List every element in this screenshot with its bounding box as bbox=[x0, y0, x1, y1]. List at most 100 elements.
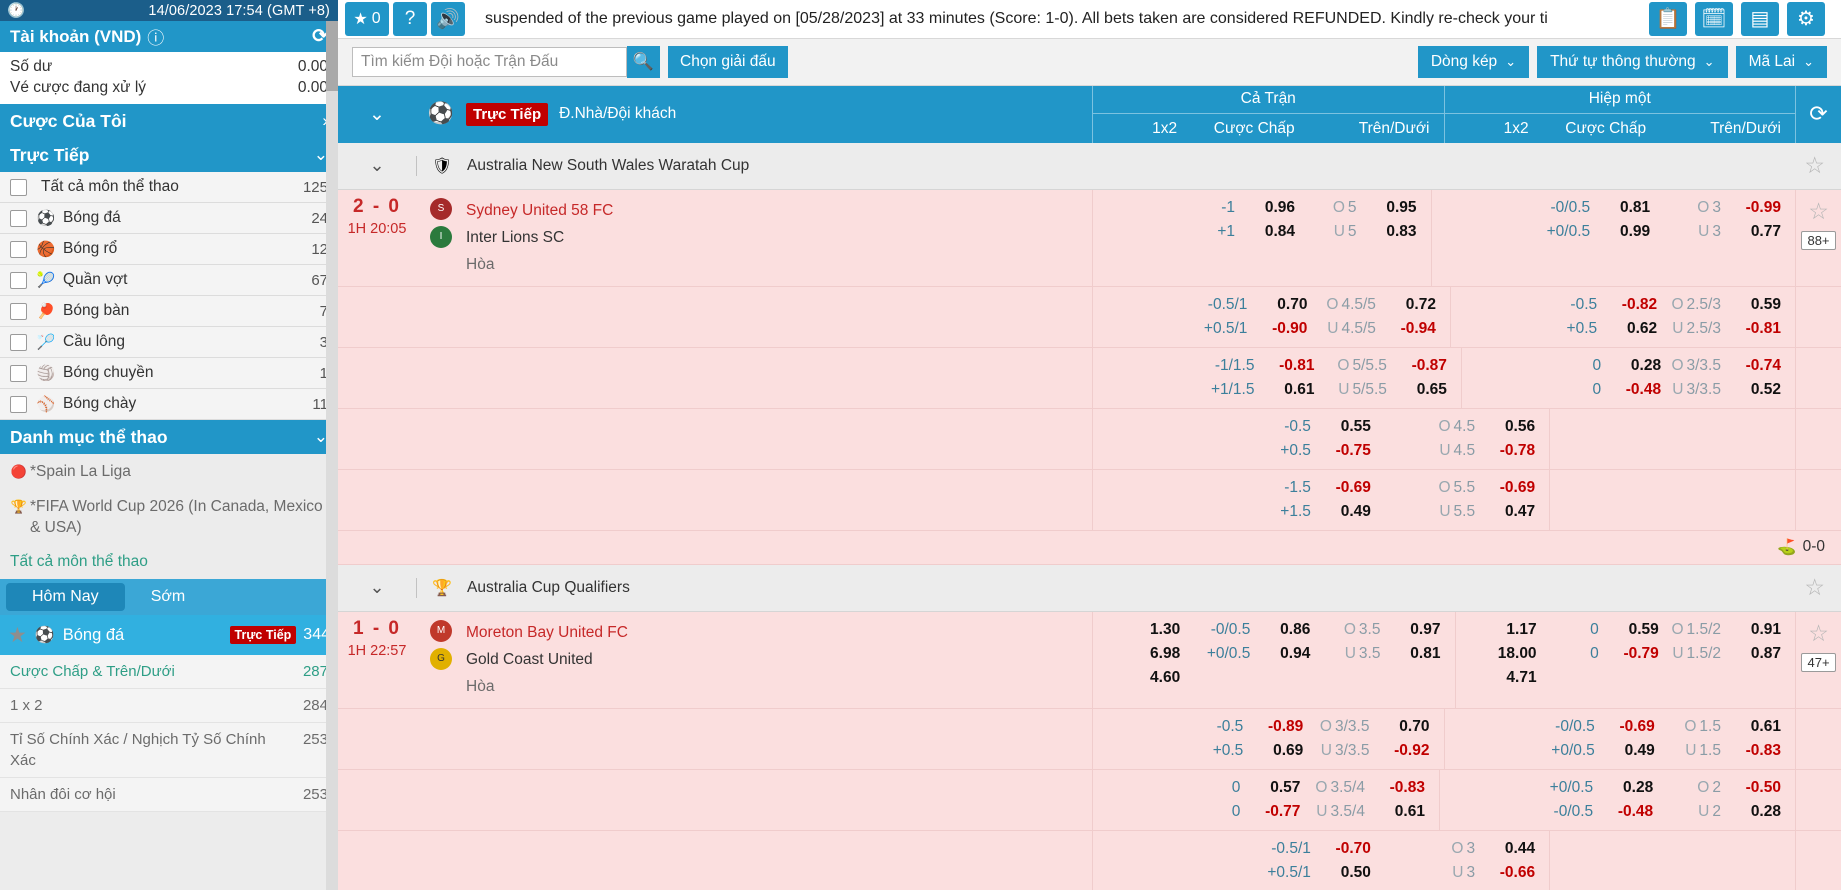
odds-cell[interactable]: +0.5 0.62 bbox=[1547, 317, 1671, 341]
tab-today[interactable]: Hôm Nay bbox=[6, 583, 125, 611]
odds-cell[interactable]: O3 -0.99 bbox=[1664, 196, 1781, 220]
checkbox[interactable] bbox=[10, 240, 27, 258]
odds-cell[interactable]: O 3/3.5 -0.74 bbox=[1671, 354, 1781, 378]
odds-format-dropdown[interactable]: Mã Lai ⌄ bbox=[1735, 45, 1827, 78]
checkbox[interactable] bbox=[10, 178, 27, 196]
sidebar-scrollbar[interactable] bbox=[326, 21, 338, 890]
league-header-row[interactable]: ⌄ 🏆 Australia Cup Qualifiers ☆ bbox=[338, 564, 1841, 612]
odds-cell[interactable]: U3 -0.66 bbox=[1385, 861, 1535, 885]
odds-cell[interactable]: -0.5/1 -0.70 bbox=[1221, 837, 1385, 861]
sport-catalog-section[interactable]: Danh mục thể thao ⌄ bbox=[0, 420, 338, 454]
bet-type-1x2[interactable]: 1 x 2 284 bbox=[0, 689, 338, 723]
line-mode-dropdown[interactable]: Dòng kép ⌄ bbox=[1417, 45, 1530, 78]
chevron-down-icon[interactable]: ⌄ bbox=[338, 577, 416, 598]
odds-cell[interactable]: U 3/3.5 -0.92 bbox=[1317, 739, 1430, 763]
odds-cell[interactable]: 4.71 bbox=[1456, 666, 1536, 690]
refresh-icon[interactable]: ⟳ bbox=[1795, 85, 1841, 143]
odds-cell[interactable]: 6.98 bbox=[1093, 642, 1180, 666]
odds-cell[interactable]: +0/0.5 0.94 bbox=[1194, 642, 1324, 666]
sidebar-item-volleyball[interactable]: 🏐 Bóng chuyền 1 bbox=[0, 358, 338, 389]
odds-cell[interactable]: -0/0.5 -0.48 bbox=[1539, 800, 1667, 824]
odds-cell[interactable]: O3 0.44 bbox=[1385, 837, 1535, 861]
settings-gear-icon[interactable]: ⚙ bbox=[1787, 1, 1825, 36]
odds-cell[interactable]: 1.17 bbox=[1456, 618, 1536, 642]
chevron-down-icon[interactable]: ⌄ bbox=[338, 103, 416, 126]
odds-cell[interactable]: +1 0.84 bbox=[1188, 220, 1310, 244]
odds-cell[interactable]: -0/0.5 0.86 bbox=[1194, 618, 1324, 642]
away-team-name[interactable]: Gold Coast United bbox=[466, 646, 628, 673]
odds-cell[interactable]: O2 -0.50 bbox=[1667, 776, 1781, 800]
odds-cell[interactable]: 0 0.57 bbox=[1190, 776, 1315, 800]
odds-cell[interactable]: +0/0.5 0.99 bbox=[1533, 220, 1664, 244]
odds-cell[interactable]: -0.5 -0.89 bbox=[1191, 715, 1317, 739]
odds-cell[interactable]: -1.5 -0.69 bbox=[1221, 476, 1385, 500]
odds-cell[interactable]: O 1.5 0.61 bbox=[1669, 715, 1781, 739]
odds-cell[interactable]: 18.00 bbox=[1456, 642, 1537, 666]
odds-cell[interactable]: -0.5 0.55 bbox=[1221, 415, 1385, 439]
odds-cell[interactable]: +0.5/1 0.50 bbox=[1221, 861, 1385, 885]
odds-cell[interactable]: O 5/5.5 -0.87 bbox=[1328, 354, 1447, 378]
checkbox[interactable] bbox=[10, 209, 27, 227]
odds-cell[interactable]: U3 0.77 bbox=[1664, 220, 1781, 244]
sidebar-item-badminton[interactable]: 🏸 Cầu lông 3 bbox=[0, 327, 338, 358]
live-section[interactable]: Trực Tiếp ⌄ bbox=[0, 138, 338, 172]
sidebar-item-all-sports[interactable]: Tất cả môn thể thao 125 bbox=[0, 172, 338, 203]
odds-cell[interactable]: 0 -0.77 bbox=[1190, 800, 1315, 824]
favourites-button[interactable]: ★ 0 bbox=[345, 1, 389, 36]
odds-cell[interactable]: 0 -0.48 bbox=[1555, 378, 1675, 402]
odds-cell[interactable]: -1/1.5 -0.81 bbox=[1196, 354, 1328, 378]
star-icon[interactable]: ☆ bbox=[1804, 152, 1825, 179]
checkbox[interactable] bbox=[10, 302, 27, 320]
results-icon[interactable]: ▤ bbox=[1741, 1, 1779, 36]
odds-cell[interactable]: 0 0.28 bbox=[1555, 354, 1675, 378]
my-bets-section[interactable]: Cược Của Tôi › bbox=[0, 104, 338, 138]
odds-cell[interactable]: +1/1.5 0.61 bbox=[1196, 378, 1328, 402]
odds-cell[interactable]: O 1.5/2 0.91 bbox=[1671, 618, 1781, 642]
odds-cell[interactable]: +0/0.5 0.28 bbox=[1539, 776, 1667, 800]
odds-cell[interactable]: O 4.5/5 0.72 bbox=[1321, 293, 1436, 317]
select-league-button[interactable]: Chọn giải đấu bbox=[668, 45, 788, 78]
bet-history-icon[interactable]: 🗓 bbox=[1695, 1, 1733, 36]
odds-cell[interactable]: U 1.5/2 0.87 bbox=[1672, 642, 1781, 666]
sidebar-league-laliga[interactable]: 🔴 *Spain La Liga bbox=[0, 454, 338, 489]
odds-cell[interactable]: U 4.5 -0.78 bbox=[1385, 439, 1535, 463]
more-markets-badge[interactable]: 47+ bbox=[1801, 652, 1836, 672]
odds-cell[interactable]: 0 -0.79 bbox=[1551, 642, 1673, 666]
odds-cell[interactable]: +0/0.5 0.49 bbox=[1543, 739, 1669, 763]
odds-cell[interactable]: O 5.5 -0.69 bbox=[1385, 476, 1535, 500]
search-icon[interactable]: 🔍 bbox=[627, 45, 660, 78]
odds-cell[interactable]: 1.30 bbox=[1093, 618, 1180, 642]
tab-early[interactable]: Sớm bbox=[125, 583, 212, 611]
help-button[interactable]: ? bbox=[393, 1, 427, 36]
sidebar-item-tennis[interactable]: 🎾 Quần vợt 67 bbox=[0, 265, 338, 296]
odds-cell[interactable]: -0.5 -0.82 bbox=[1547, 293, 1671, 317]
away-team-name[interactable]: Inter Lions SC bbox=[466, 224, 613, 251]
checkbox[interactable] bbox=[10, 395, 27, 413]
odds-cell[interactable]: U 5/5.5 0.65 bbox=[1328, 378, 1447, 402]
home-team-name[interactable]: Moreton Bay United FC bbox=[466, 619, 628, 646]
odds-cell[interactable]: O 3/3.5 0.70 bbox=[1317, 715, 1430, 739]
odds-cell[interactable]: U 3.5 0.81 bbox=[1324, 642, 1441, 666]
sidebar-item-baseball[interactable]: ⚾ Bóng chày 11 bbox=[0, 389, 338, 420]
odds-cell[interactable]: U 5.5 0.47 bbox=[1385, 500, 1535, 524]
checkbox[interactable] bbox=[10, 333, 27, 351]
odds-cell[interactable]: U 4.5/5 -0.94 bbox=[1321, 317, 1436, 341]
checkbox[interactable] bbox=[10, 271, 27, 289]
odds-cell[interactable]: O 3.5/4 -0.83 bbox=[1314, 776, 1425, 800]
odds-cell[interactable]: U 2.5/3 -0.81 bbox=[1671, 317, 1781, 341]
odds-cell[interactable]: +0.5 -0.75 bbox=[1221, 439, 1385, 463]
bet-type-handicap-ou[interactable]: Cược Chấp & Trên/Dưới 287 bbox=[0, 655, 338, 689]
odds-cell[interactable]: O 2.5/3 0.59 bbox=[1671, 293, 1781, 317]
odds-cell[interactable]: O 3.5 0.97 bbox=[1324, 618, 1441, 642]
info-icon[interactable]: ⓘ bbox=[147, 24, 164, 49]
odds-cell[interactable]: -1 0.96 bbox=[1188, 196, 1310, 220]
sound-button[interactable]: 🔊 bbox=[431, 1, 465, 36]
odds-cell[interactable]: +0.5 0.69 bbox=[1191, 739, 1317, 763]
star-icon[interactable]: ☆ bbox=[1808, 620, 1829, 647]
sidebar-item-table-tennis[interactable]: 🏓 Bóng bàn 7 bbox=[0, 296, 338, 327]
odds-cell[interactable]: U 3.5/4 0.61 bbox=[1314, 800, 1425, 824]
sidebar-item-basketball[interactable]: 🏀 Bóng rổ 12 bbox=[0, 234, 338, 265]
sidebar-league-fifa-wc-2026[interactable]: 🏆 *FIFA World Cup 2026 (In Canada, Mexic… bbox=[0, 489, 338, 545]
selected-sport-football[interactable]: ★ ⚽ Bóng đá Trực Tiếp 344 bbox=[0, 615, 338, 655]
odds-cell[interactable]: U2 0.28 bbox=[1667, 800, 1781, 824]
